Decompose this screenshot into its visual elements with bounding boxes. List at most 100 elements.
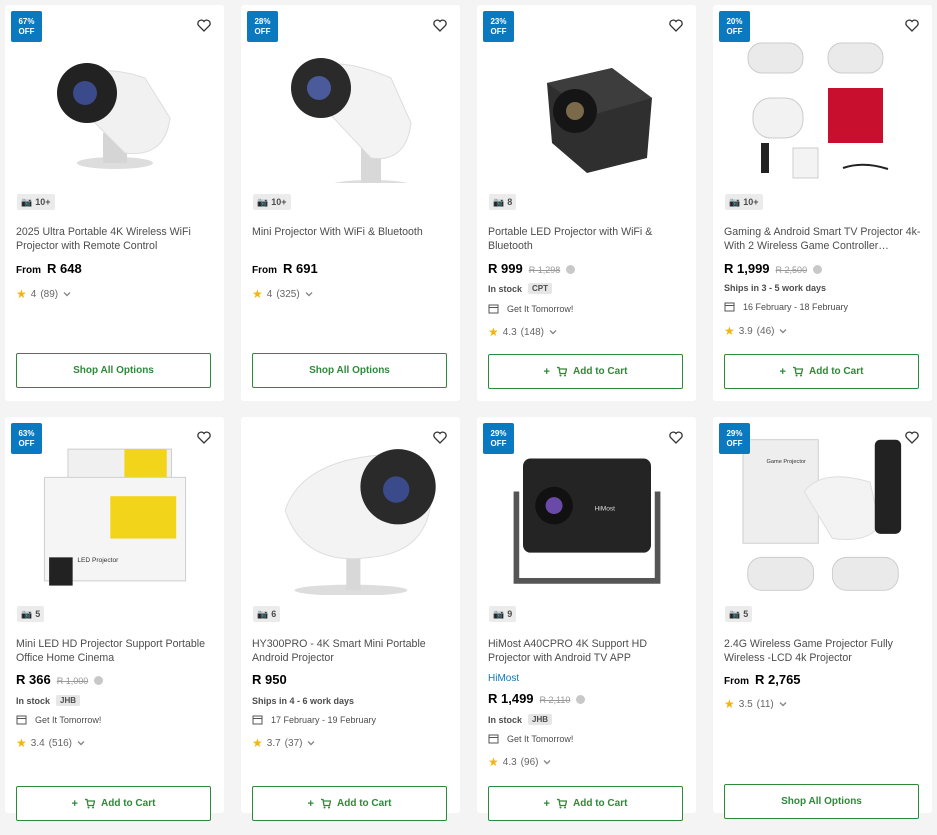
product-title[interactable]: HiMost A40CPRO 4K Support HD Projector w… <box>488 637 688 665</box>
add-to-cart-button[interactable]: + Add to Cart <box>724 354 919 389</box>
old-price: R 1,298 <box>528 265 561 275</box>
add-to-cart-button[interactable]: + Add to Cart <box>488 786 683 821</box>
price: R 691 <box>283 261 318 276</box>
heart-icon[interactable] <box>196 17 212 33</box>
product-image[interactable] <box>733 23 913 183</box>
rating-value: 3.9 <box>738 325 753 337</box>
rating-value: 3.5 <box>738 698 753 710</box>
product-title[interactable]: Mini LED HD Projector Support Portable O… <box>16 637 216 665</box>
image-count: 📷 10+ <box>725 194 763 210</box>
brand-link[interactable]: HiMost <box>488 673 519 684</box>
product-card[interactable]: 29% OFF Game Projector 📷 5 2.4G Wireless … <box>713 417 932 819</box>
product-title[interactable]: Mini Projector With WiFi & Bluetooth <box>252 225 452 239</box>
stock-label: In stock <box>16 695 51 706</box>
shop-all-options-button[interactable]: Shop All Options <box>16 353 211 388</box>
price-row: From R 648 <box>16 261 82 276</box>
rating[interactable]: ★ 3.7 (37) <box>252 736 316 750</box>
rating[interactable]: ★ 4.3 (96) <box>488 755 552 769</box>
rating-value: 3.4 <box>30 737 45 749</box>
info-icon[interactable] <box>813 265 823 274</box>
shop-all-options-button[interactable]: Shop All Options <box>252 353 447 388</box>
review-count: (96) <box>520 756 539 768</box>
product-card[interactable]: 20% OFF 📷 10+ Gaming & Android Smart TV P… <box>713 5 932 401</box>
product-image[interactable] <box>25 23 205 183</box>
heart-icon[interactable] <box>196 429 212 445</box>
product-title[interactable]: 2.4G Wireless Game Projector Fully Wirel… <box>724 637 924 665</box>
rating[interactable]: ★ 3.5 (11) <box>724 697 788 711</box>
star-icon: ★ <box>488 755 499 769</box>
product-image[interactable] <box>261 435 441 595</box>
image-count: 📷 10+ <box>17 194 55 210</box>
add-to-cart-button[interactable]: + Add to Cart <box>16 786 211 821</box>
image-count-label: 10+ <box>35 197 51 207</box>
discount-badge: 28% OFF <box>247 11 278 42</box>
product-title[interactable]: Portable LED Projector with WiFi & Bluet… <box>488 225 688 253</box>
button-label: Add to Cart <box>572 366 628 377</box>
plus-icon: + <box>779 365 786 378</box>
button-label: Add to Cart <box>572 798 628 809</box>
price: R 1,499 <box>488 691 534 706</box>
rating[interactable]: ★ 4 (89) <box>16 287 72 301</box>
projector-logo-text: HiMost <box>595 505 616 512</box>
button-label: Add to Cart <box>808 366 864 377</box>
delivery-info: 16 February - 18 February <box>724 301 848 312</box>
add-to-cart-button[interactable]: + Add to Cart <box>488 354 683 389</box>
product-card[interactable]: 29% OFF HiMost 📷 9 HiMost A40CPRO 4K Supp… <box>477 417 696 821</box>
shop-all-options-button[interactable]: Shop All Options <box>724 784 919 819</box>
product-card[interactable]: 63% OFF LED Projector 📷 5 Mini LED HD Pro… <box>5 417 224 821</box>
stock-status: In stock JHB <box>488 714 553 725</box>
cart-icon <box>84 798 95 809</box>
warehouse-tag: CPT <box>528 283 553 294</box>
old-price: R 1,000 <box>56 676 89 686</box>
warehouse-tag: JHB <box>528 714 553 725</box>
cart-icon <box>792 366 803 377</box>
price-row: R 950 <box>252 672 287 687</box>
delivery-info: 17 February - 19 February <box>252 714 376 725</box>
image-count-label: 5 <box>35 609 41 619</box>
product-image[interactable] <box>497 23 677 183</box>
info-icon[interactable] <box>566 265 576 274</box>
rating[interactable]: ★ 4 (325) <box>252 287 314 301</box>
camera-icon: 📷 <box>21 609 33 619</box>
product-card[interactable]: 23% OFF 📷 8 Portable LED Projector with W… <box>477 5 696 401</box>
heart-icon[interactable] <box>668 17 684 33</box>
product-image[interactable]: HiMost <box>497 435 677 595</box>
rating-value: 4.3 <box>502 326 517 338</box>
product-card[interactable]: 67% OFF 📷 10+ 2025 Ultra Portable 4K Wire… <box>5 5 224 401</box>
heart-icon[interactable] <box>904 429 920 445</box>
image-count: 📷 10+ <box>253 194 291 210</box>
add-to-cart-button[interactable]: + Add to Cart <box>252 786 447 821</box>
button-label: Add to Cart <box>336 798 392 809</box>
heart-icon[interactable] <box>904 17 920 33</box>
product-title[interactable]: HY300PRO - 4K Smart Mini Portable Androi… <box>252 637 452 665</box>
star-icon: ★ <box>488 325 499 339</box>
product-title[interactable]: Gaming & Android Smart TV Projector 4k-W… <box>724 225 924 253</box>
star-icon: ★ <box>16 736 27 750</box>
info-icon[interactable] <box>576 695 586 704</box>
button-label: Add to Cart <box>100 798 156 809</box>
shipping-time: Ships in 3 - 5 work days <box>724 283 827 293</box>
review-count: (516) <box>48 737 73 749</box>
product-image[interactable]: Game Projector <box>733 435 913 595</box>
rating[interactable]: ★ 4.3 (148) <box>488 325 558 339</box>
heart-icon[interactable] <box>432 429 448 445</box>
info-icon[interactable] <box>94 676 104 685</box>
heart-icon[interactable] <box>432 17 448 33</box>
product-card[interactable]: 📷 6 HY300PRO - 4K Smart Mini Portable And… <box>241 417 460 821</box>
discount-badge-text: 29% OFF <box>726 429 743 448</box>
review-count: (37) <box>284 737 303 749</box>
stock-status: In stock CPT <box>488 283 553 294</box>
product-title[interactable]: 2025 Ultra Portable 4K Wireless WiFi Pro… <box>16 225 216 253</box>
rating[interactable]: ★ 3.9 (46) <box>724 324 788 338</box>
rating[interactable]: ★ 3.4 (516) <box>16 736 86 750</box>
image-count: 📷 5 <box>17 606 45 622</box>
product-card[interactable]: 28% OFF 📷 10+ Mini Projector With WiFi & … <box>241 5 460 401</box>
delivery-info: Get It Tomorrow! <box>488 303 573 314</box>
delivery-label: Get It Tomorrow! <box>507 303 574 314</box>
product-image[interactable] <box>261 23 441 183</box>
product-image[interactable]: LED Projector <box>25 435 205 595</box>
heart-icon[interactable] <box>668 429 684 445</box>
star-icon: ★ <box>724 324 735 338</box>
price: R 366 <box>16 672 51 687</box>
price-row: From R 691 <box>252 261 318 276</box>
